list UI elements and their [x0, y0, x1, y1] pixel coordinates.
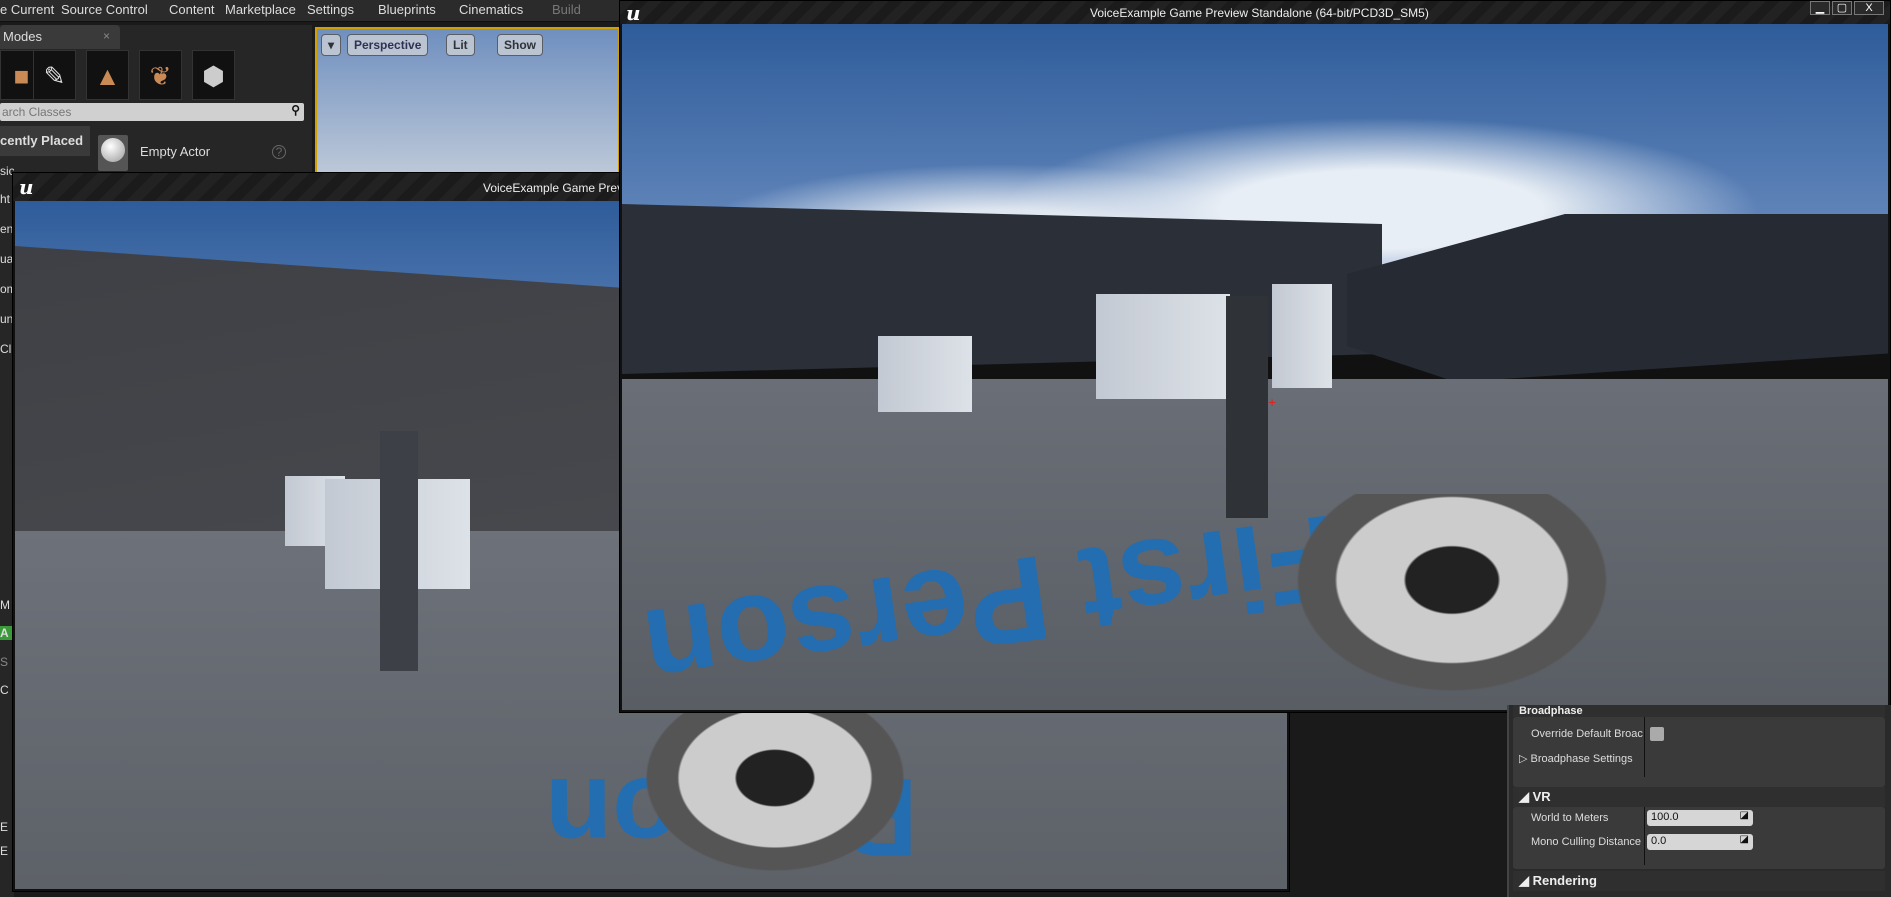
divider: [1644, 807, 1645, 865]
vr-body: World to Meters 100.0 ◪ Mono Culling Dist…: [1513, 807, 1885, 869]
cube: [1096, 294, 1230, 399]
geometry-mode-icon[interactable]: ⬢: [192, 50, 235, 100]
strip-text: Cl: [0, 342, 12, 356]
strip-text: M: [0, 598, 10, 612]
lit-button[interactable]: Lit: [446, 34, 475, 56]
close-button[interactable]: X: [1854, 1, 1884, 15]
window-title: VoiceExample Game Preview Standalone (64…: [1090, 6, 1429, 20]
section-rendering[interactable]: ◢ Rendering: [1513, 871, 1885, 891]
vr-header: VR: [1532, 789, 1551, 804]
category-recently-placed[interactable]: cently Placed: [0, 126, 90, 156]
menu-content[interactable]: Content: [169, 2, 215, 17]
perspective-button[interactable]: Perspective: [347, 34, 429, 56]
minimize-button[interactable]: ▁: [1810, 1, 1830, 15]
show-button[interactable]: Show: [497, 34, 543, 56]
divider: [1644, 717, 1645, 777]
wall: [622, 204, 1382, 374]
close-icon[interactable]: ×: [103, 29, 110, 43]
strip-text: S: [0, 655, 9, 669]
pillar: [1226, 296, 1268, 518]
title-bar[interactable]: u VoiceExample Game Preview Standalone (…: [620, 1, 1890, 25]
weapon: [1272, 494, 1632, 709]
crosshair-icon: +: [1268, 394, 1277, 410]
game-preview-window-front[interactable]: u VoiceExample Game Preview Standalone (…: [619, 0, 1891, 713]
level-viewport[interactable]: ▾ Perspective Lit Show: [315, 27, 620, 175]
search-classes-input[interactable]: arch Classes ⚲: [0, 103, 304, 121]
world-to-meters-input[interactable]: 100.0 ◪: [1647, 810, 1753, 826]
menu-marketplace[interactable]: Marketplace: [225, 2, 296, 17]
menu-source-control[interactable]: Source Control: [61, 2, 148, 17]
details-panel: Broadphase Override Default Broac ▷ Broa…: [1507, 705, 1891, 897]
empty-actor-label[interactable]: Empty Actor: [140, 144, 210, 159]
section-broadphase[interactable]: Broadphase: [1513, 705, 1885, 717]
broadphase-body: Override Default Broac ▷ Broadphase Sett…: [1513, 717, 1885, 787]
override-broadphase-checkbox[interactable]: [1650, 727, 1664, 741]
cube: [878, 336, 972, 412]
sphere-icon: [101, 138, 125, 162]
drag-handle-icon[interactable]: ◪: [1740, 834, 1749, 845]
strip-text: C: [0, 683, 9, 697]
landscape-mode-icon[interactable]: ▲: [86, 50, 129, 100]
pillar: [380, 431, 418, 671]
menu-save-current[interactable]: e Current: [0, 2, 54, 17]
menu-settings[interactable]: Settings: [307, 2, 354, 17]
drag-handle-icon[interactable]: ◪: [1740, 810, 1749, 821]
world-to-meters-label: World to Meters: [1531, 812, 1609, 824]
weapon: [625, 706, 925, 886]
section-vr[interactable]: ◢ VR: [1513, 787, 1885, 807]
override-default-broadphase-label: Override Default Broac: [1531, 728, 1643, 740]
paint-mode-icon[interactable]: ✎: [33, 50, 76, 100]
rendering-header: Rendering: [1532, 873, 1597, 888]
window-title: VoiceExample Game Preview: [483, 181, 642, 195]
viewport-options-button[interactable]: ▾: [321, 34, 342, 56]
menu-blueprints[interactable]: Blueprints: [378, 2, 436, 17]
strip-text: ht: [0, 192, 11, 206]
empty-actor-thumbnail[interactable]: [98, 135, 128, 171]
help-icon[interactable]: ?: [272, 145, 286, 159]
unreal-logo-icon: u: [626, 1, 641, 25]
game-viewport[interactable]: + First Person: [622, 24, 1888, 710]
broadphase-settings-expander[interactable]: ▷ Broadphase Settings: [1519, 752, 1633, 765]
search-placeholder: arch Classes: [2, 105, 72, 119]
unreal-logo-icon: u: [19, 175, 34, 199]
menu-cinematics[interactable]: Cinematics: [459, 2, 523, 17]
strip-text: E: [0, 820, 9, 834]
foliage-mode-icon[interactable]: ❦: [139, 50, 182, 100]
world-to-meters-value: 100.0: [1651, 811, 1679, 823]
mono-culling-value: 0.0: [1651, 835, 1667, 847]
mono-culling-distance-input[interactable]: 0.0 ◪: [1647, 834, 1753, 850]
strip-text: E: [0, 844, 9, 858]
cube: [1272, 284, 1332, 388]
menu-build[interactable]: Build: [552, 2, 581, 17]
modes-tab[interactable]: Modes ×: [0, 25, 120, 49]
expand-arrow-icon: ▷: [1519, 753, 1531, 765]
modes-tab-label: Modes: [3, 29, 43, 44]
mono-culling-distance-label: Mono Culling Distance: [1531, 836, 1642, 848]
maximize-button[interactable]: ▢: [1832, 1, 1852, 15]
search-icon[interactable]: ⚲: [291, 103, 300, 117]
broadphase-settings-label: Broadphase Settings: [1530, 753, 1633, 765]
